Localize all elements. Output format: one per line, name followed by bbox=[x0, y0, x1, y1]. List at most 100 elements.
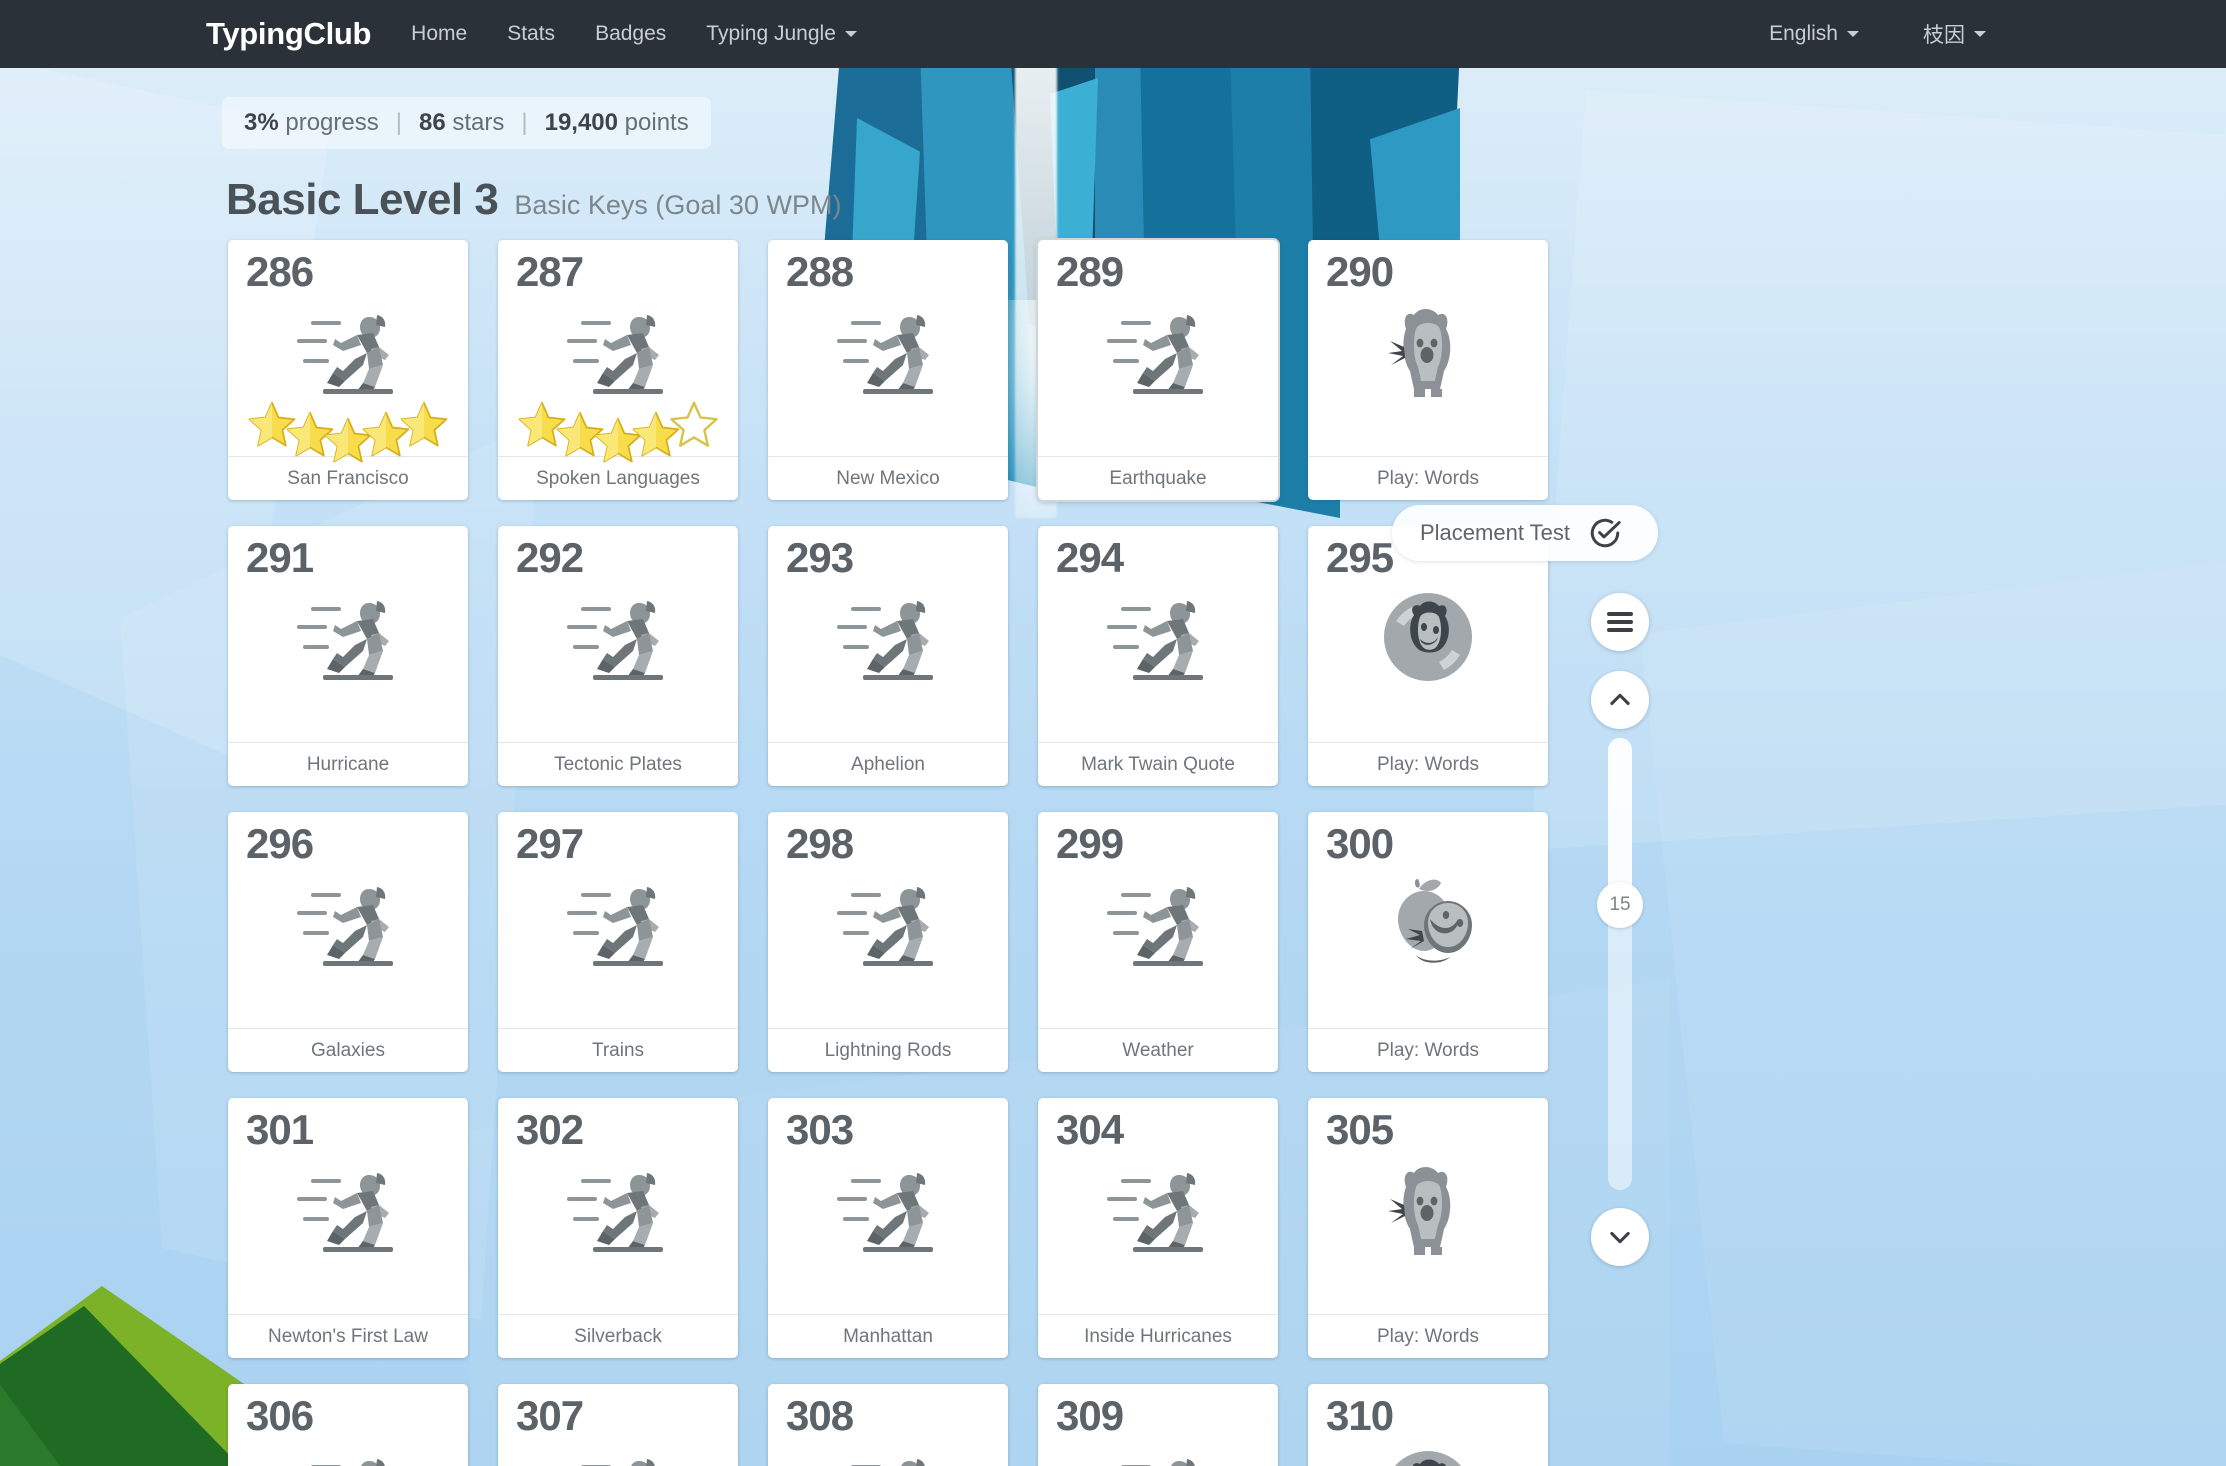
lesson-title: Manhattan bbox=[768, 1314, 1008, 1358]
lesson-title: Mark Twain Quote bbox=[1038, 742, 1278, 786]
lesson-artwork bbox=[768, 578, 1008, 696]
lesson-artwork bbox=[498, 1436, 738, 1466]
lesson-number: 301 bbox=[246, 1106, 314, 1153]
lesson-artwork bbox=[228, 864, 468, 982]
lesson-card[interactable]: 310 bbox=[1308, 1384, 1548, 1466]
runner-icon bbox=[1107, 601, 1203, 680]
brand-logo[interactable]: TypingClub bbox=[206, 16, 371, 52]
lesson-card[interactable]: 306 bbox=[228, 1384, 468, 1466]
lesson-card[interactable]: 290 Play: Words bbox=[1308, 240, 1548, 500]
lesson-card[interactable]: 307 bbox=[498, 1384, 738, 1466]
lesson-number: 295 bbox=[1326, 534, 1394, 581]
lesson-artwork bbox=[1038, 578, 1278, 696]
separator: | bbox=[395, 109, 402, 136]
runner-icon bbox=[1107, 1173, 1203, 1252]
runner-icon bbox=[1107, 887, 1203, 966]
lesson-artwork bbox=[498, 578, 738, 696]
runner-icon bbox=[297, 887, 393, 966]
lesson-card[interactable]: 301 Newton's First Law bbox=[228, 1098, 468, 1358]
user-menu[interactable]: 枝因 bbox=[1923, 19, 1986, 49]
level-scrollbar-track[interactable]: 15 bbox=[1597, 738, 1643, 1190]
points-count: 19,400 bbox=[544, 109, 618, 136]
lesson-card[interactable]: 308 bbox=[768, 1384, 1008, 1466]
level-marker[interactable]: 15 bbox=[1597, 882, 1643, 928]
scroll-up-button[interactable] bbox=[1591, 671, 1649, 729]
nav-item-typing-jungle[interactable]: Typing Jungle bbox=[706, 22, 857, 46]
menu-button[interactable] bbox=[1591, 593, 1649, 651]
placement-test-tooltip[interactable]: Placement Test bbox=[1392, 505, 1658, 561]
level-scrollbar-thumb[interactable] bbox=[1608, 738, 1632, 898]
lesson-card-body: 289 bbox=[1038, 240, 1278, 456]
lesson-card[interactable]: 288 New Mexico bbox=[768, 240, 1008, 500]
lesson-artwork bbox=[228, 1150, 468, 1268]
runner-icon bbox=[297, 1173, 393, 1252]
lesson-card[interactable]: 289 Earthquake bbox=[1038, 240, 1278, 500]
mascot-standing-icon bbox=[1388, 1167, 1451, 1255]
lesson-card-body: 293 bbox=[768, 526, 1008, 742]
runner-icon bbox=[297, 601, 393, 680]
lesson-number: 308 bbox=[786, 1392, 854, 1439]
runner-icon bbox=[297, 315, 393, 394]
lesson-card[interactable]: 286 San Francisco bbox=[228, 240, 468, 500]
lesson-card[interactable]: 287 Spoken Languages bbox=[498, 240, 738, 500]
lesson-card[interactable]: 295 Play: Words bbox=[1308, 526, 1548, 786]
nav-item-home[interactable]: Home bbox=[411, 22, 467, 46]
lesson-card-body: 306 bbox=[228, 1384, 468, 1466]
lesson-card[interactable]: 303 Manhattan bbox=[768, 1098, 1008, 1358]
runner-icon bbox=[837, 887, 933, 966]
lesson-grid: 286 San Francisco 287 Spoken Languages 2… bbox=[228, 240, 1548, 1466]
lesson-card-body: 294 bbox=[1038, 526, 1278, 742]
lesson-artwork bbox=[1038, 292, 1278, 410]
lesson-card[interactable]: 298 Lightning Rods bbox=[768, 812, 1008, 1072]
stars-count: 86 bbox=[418, 109, 446, 136]
lesson-card-body: 303 bbox=[768, 1098, 1008, 1314]
lesson-card[interactable]: 294 Mark Twain Quote bbox=[1038, 526, 1278, 786]
stars-label: stars bbox=[452, 109, 505, 136]
lesson-card-body: 305 bbox=[1308, 1098, 1548, 1314]
lesson-card-body: 287 bbox=[498, 240, 738, 463]
lesson-number: 291 bbox=[246, 534, 314, 581]
lesson-card[interactable]: 296 Galaxies bbox=[228, 812, 468, 1072]
lesson-card-body: 296 bbox=[228, 812, 468, 1028]
runner-icon bbox=[567, 601, 663, 680]
runner-icon bbox=[567, 887, 663, 966]
lesson-title: Earthquake bbox=[1038, 456, 1278, 500]
lesson-card[interactable]: 309 bbox=[1038, 1384, 1278, 1466]
lesson-title: Play: Words bbox=[1308, 1028, 1548, 1072]
lesson-card[interactable]: 304 Inside Hurricanes bbox=[1038, 1098, 1278, 1358]
lesson-artwork bbox=[228, 578, 468, 696]
nav-item-label: Home bbox=[411, 22, 468, 45]
lesson-card[interactable]: 300 Play: Words bbox=[1308, 812, 1548, 1072]
lesson-card[interactable]: 292 Tectonic Plates bbox=[498, 526, 738, 786]
lesson-card[interactable]: 305 Play: Words bbox=[1308, 1098, 1548, 1358]
lesson-number: 310 bbox=[1326, 1392, 1394, 1439]
lesson-card-body: 302 bbox=[498, 1098, 738, 1314]
lesson-artwork bbox=[1038, 1436, 1278, 1466]
lesson-card[interactable]: 302 Silverback bbox=[498, 1098, 738, 1358]
lesson-artwork bbox=[1308, 864, 1548, 982]
runner-icon bbox=[567, 315, 663, 394]
lesson-title: Hurricane bbox=[228, 742, 468, 786]
mascot-circle-icon bbox=[1394, 1451, 1462, 1466]
chevron-down-icon bbox=[1610, 1231, 1630, 1244]
lesson-number: 296 bbox=[246, 820, 314, 867]
lesson-card-body: 307 bbox=[498, 1384, 738, 1466]
lesson-title: Aphelion bbox=[768, 742, 1008, 786]
language-selector[interactable]: English bbox=[1769, 22, 1859, 46]
runner-icon bbox=[837, 315, 933, 394]
lesson-card-body: 298 bbox=[768, 812, 1008, 1028]
lesson-card[interactable]: 299 Weather bbox=[1038, 812, 1278, 1072]
lesson-number: 307 bbox=[516, 1392, 584, 1439]
lesson-card[interactable]: 293 Aphelion bbox=[768, 526, 1008, 786]
scroll-down-button[interactable] bbox=[1591, 1208, 1649, 1266]
mascot-standing-icon bbox=[1388, 309, 1451, 397]
lesson-number: 287 bbox=[516, 248, 584, 295]
lesson-number: 300 bbox=[1326, 820, 1394, 867]
nav-item-badges[interactable]: Badges bbox=[595, 22, 666, 46]
lesson-card[interactable]: 291 Hurricane bbox=[228, 526, 468, 786]
lesson-artwork bbox=[1308, 1150, 1548, 1268]
sky-panel bbox=[1640, 560, 2226, 1466]
nav-item-stats[interactable]: Stats bbox=[507, 22, 555, 46]
lesson-number: 302 bbox=[516, 1106, 584, 1153]
lesson-card[interactable]: 297 Trains bbox=[498, 812, 738, 1072]
